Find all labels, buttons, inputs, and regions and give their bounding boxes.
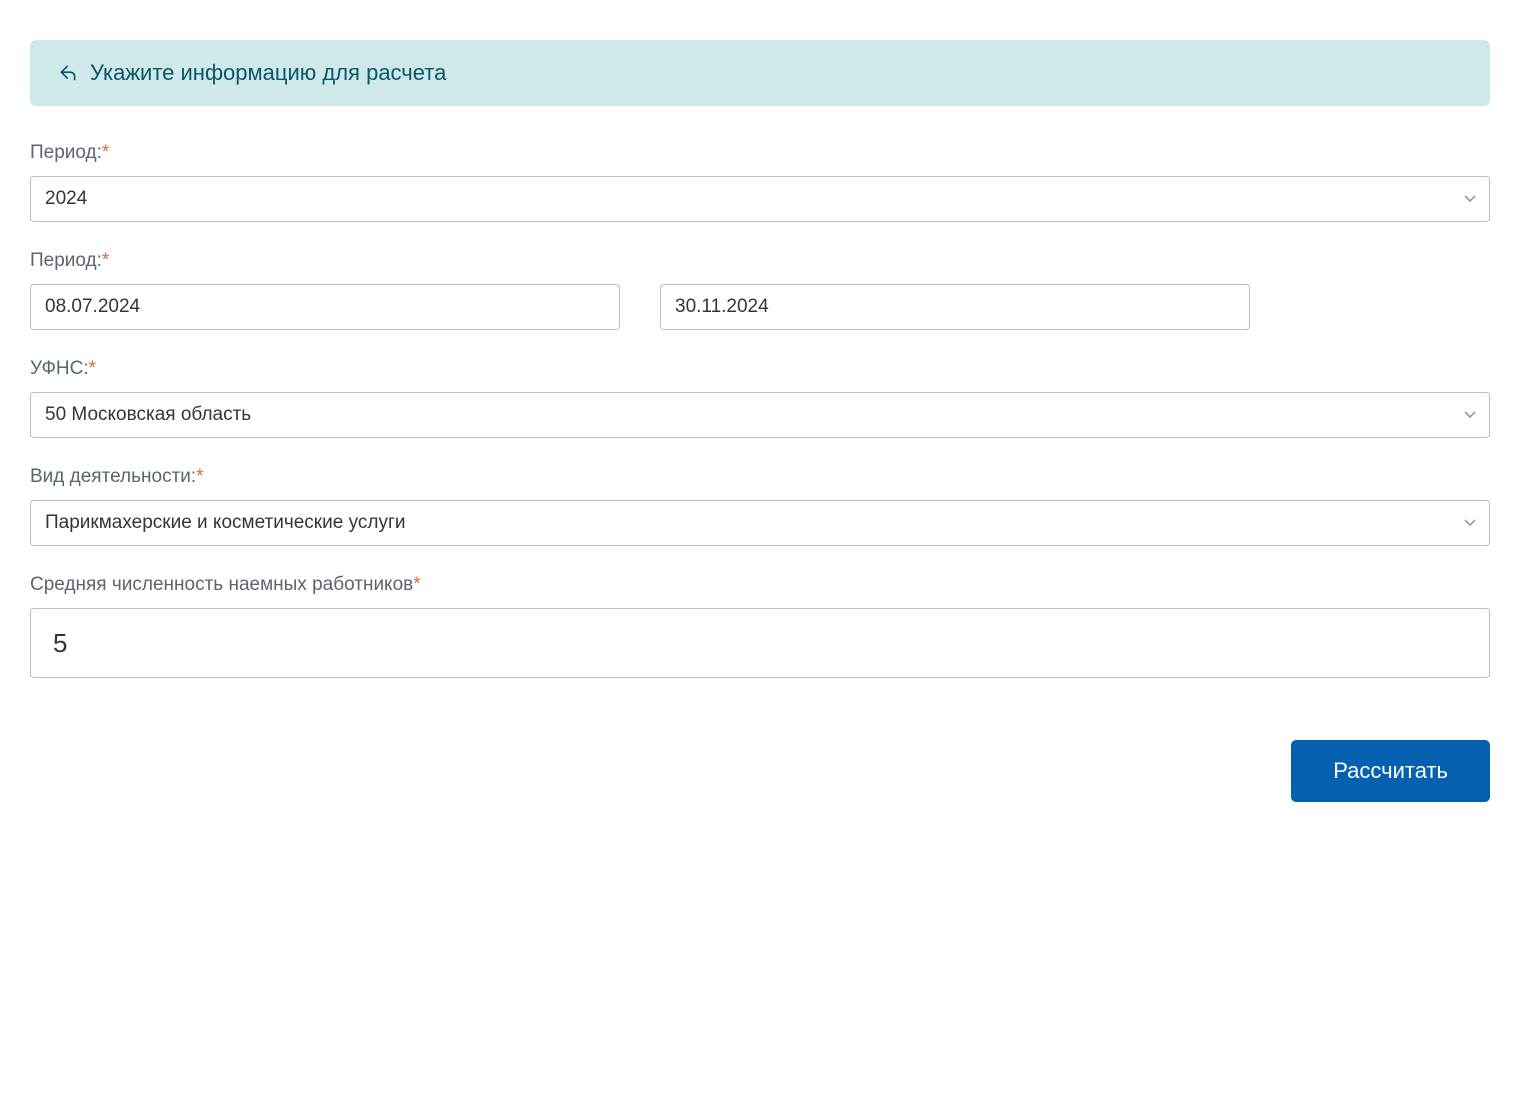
label-text: Период:	[30, 250, 102, 271]
required-mark: *	[89, 358, 96, 379]
ufns-label: УФНС:*	[30, 358, 1490, 380]
info-banner: Укажите информацию для расчета	[30, 40, 1490, 106]
ufns-select[interactable]: 50 Московская область	[30, 392, 1490, 438]
label-text: УФНС:	[30, 358, 89, 379]
ufns-select-wrapper: 50 Московская область	[30, 392, 1490, 438]
activity-select-wrapper: Парикмахерские и косметические услуги	[30, 500, 1490, 546]
year-select-value: 2024	[45, 188, 87, 209]
activity-group: Вид деятельности:* Парикмахерские и косм…	[30, 466, 1490, 546]
period-dates-label: Период:*	[30, 250, 1490, 272]
label-text: Период:	[30, 142, 102, 163]
activity-select[interactable]: Парикмахерские и косметические услуги	[30, 500, 1490, 546]
required-mark: *	[102, 142, 109, 163]
employees-input[interactable]	[30, 608, 1490, 678]
period-dates-group: Период:*	[30, 250, 1490, 330]
info-banner-text: Укажите информацию для расчета	[90, 60, 446, 86]
period-year-label: Период:*	[30, 142, 1490, 164]
ufns-group: УФНС:* 50 Московская область	[30, 358, 1490, 438]
period-year-group: Период:* 2024	[30, 142, 1490, 222]
activity-label: Вид деятельности:*	[30, 466, 1490, 488]
ufns-select-value: 50 Московская область	[45, 404, 251, 425]
label-text: Средняя численность наемных работников	[30, 574, 413, 595]
year-select[interactable]: 2024	[30, 176, 1490, 222]
activity-select-value: Парикмахерские и косметические услуги	[45, 512, 406, 533]
date-to-input[interactable]	[660, 284, 1250, 330]
employees-group: Средняя численность наемных работников*	[30, 574, 1490, 678]
date-row	[30, 284, 1490, 330]
date-from-input[interactable]	[30, 284, 620, 330]
year-select-wrapper: 2024	[30, 176, 1490, 222]
button-row: Рассчитать	[30, 740, 1490, 802]
label-text: Вид деятельности:	[30, 466, 196, 487]
required-mark: *	[196, 466, 203, 487]
pointer-left-icon	[58, 63, 78, 83]
employees-label: Средняя численность наемных работников*	[30, 574, 1490, 596]
date-to-wrapper	[660, 284, 1490, 330]
required-mark: *	[102, 250, 109, 271]
calculate-button[interactable]: Рассчитать	[1291, 740, 1490, 802]
required-mark: *	[413, 574, 420, 595]
